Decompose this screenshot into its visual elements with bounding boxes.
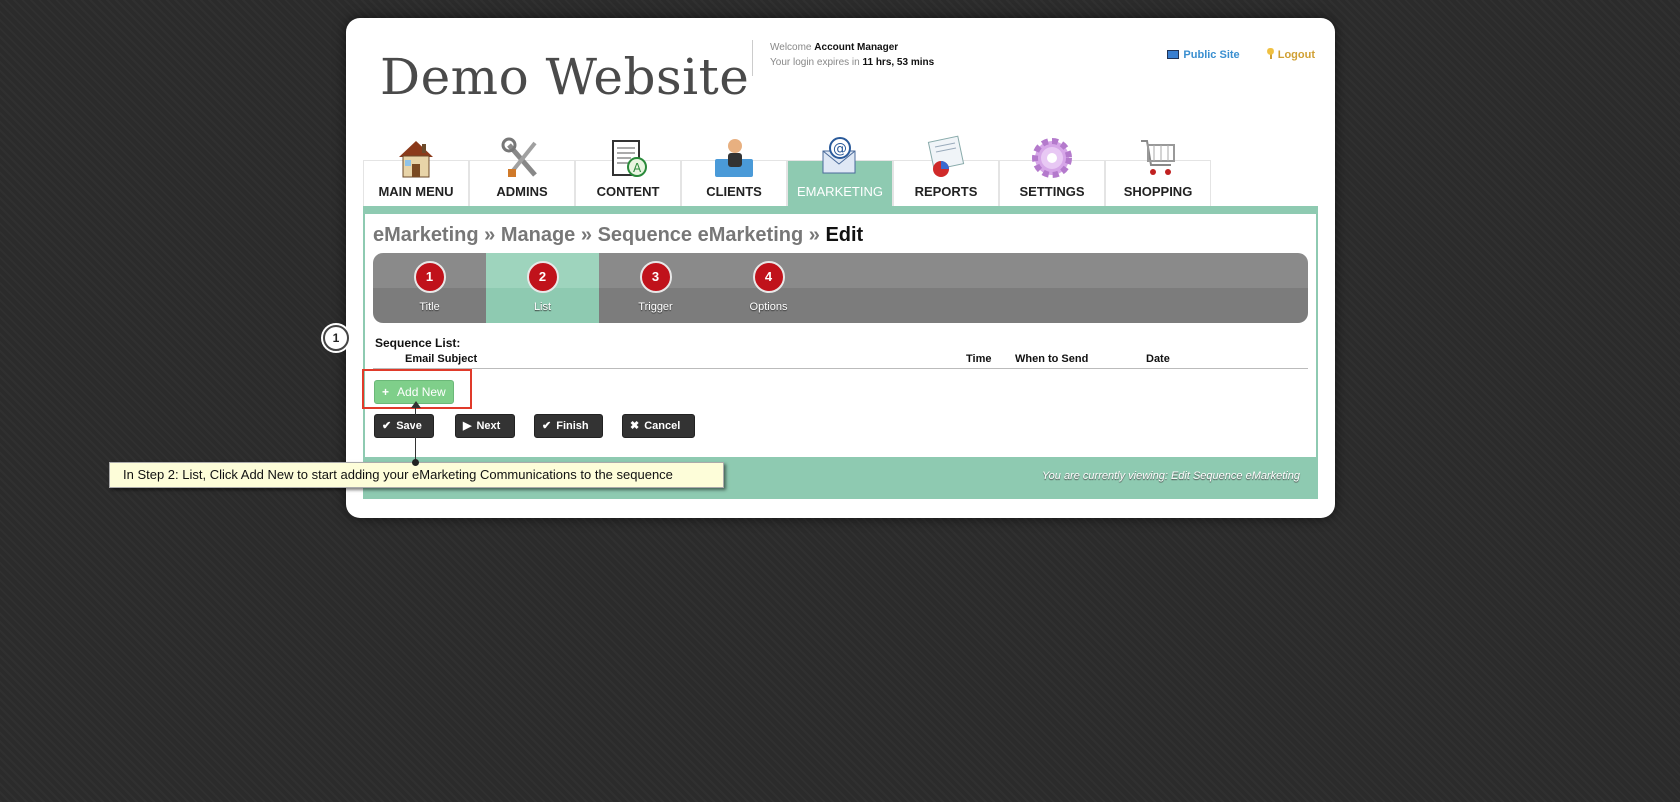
- viewing-status: You are currently viewing: Edit Sequence…: [1041, 470, 1300, 482]
- content-area: eMarketing » Manage » Sequence eMarketin…: [362, 206, 1318, 499]
- tab-admins[interactable]: ADMINS: [469, 137, 575, 206]
- tab-label: REPORTS: [914, 184, 978, 199]
- next-button[interactable]: ▶ Next: [455, 414, 515, 438]
- email-icon: @: [822, 137, 856, 174]
- step-label: Trigger: [638, 301, 673, 313]
- tutorial-anchor-dot: [412, 459, 419, 466]
- logout-link[interactable]: Logout: [1266, 48, 1315, 61]
- welcome-box: Welcome Account Manager Your login expir…: [752, 40, 934, 76]
- public-site-link[interactable]: Public Site: [1167, 49, 1240, 61]
- tab-main-menu[interactable]: MAIN MENU: [363, 141, 469, 206]
- play-icon: ▶: [463, 420, 472, 432]
- tutorial-tooltip: In Step 2: List, Click Add New to start …: [109, 462, 724, 488]
- document-icon: A: [612, 140, 647, 177]
- tab-label: EMARKETING: [797, 184, 883, 199]
- column-time: Time: [966, 353, 992, 365]
- welcome-prefix: Welcome: [770, 42, 812, 53]
- check-icon: ✔: [542, 420, 552, 432]
- step-number: 4: [752, 261, 785, 293]
- breadcrumb-emarketing[interactable]: eMarketing: [373, 224, 479, 246]
- step-label: List: [533, 301, 552, 313]
- public-site-label: Public Site: [1183, 49, 1240, 61]
- sequence-list-title: Sequence List:: [375, 336, 461, 350]
- save-label: Save: [396, 420, 422, 432]
- person-icon: [715, 139, 753, 177]
- user-name: Account Manager: [814, 42, 899, 53]
- breadcrumb: eMarketing » Manage » Sequence eMarketin…: [373, 224, 863, 247]
- tab-label: MAIN MENU: [378, 184, 454, 199]
- column-email-subject: Email Subject: [405, 353, 478, 365]
- close-icon: ✖: [630, 420, 640, 432]
- tutorial-step-number: 1: [323, 325, 349, 351]
- column-date: Date: [1146, 353, 1170, 365]
- monitor-icon: [1167, 50, 1180, 59]
- step-trigger[interactable]: 3 Trigger: [599, 253, 712, 323]
- step-number: 2: [526, 261, 559, 293]
- tab-label: SETTINGS: [1019, 184, 1085, 199]
- column-when-to-send: When to Send: [1015, 353, 1089, 365]
- tutorial-connector-line: [415, 403, 416, 463]
- breadcrumb-separator: »: [478, 224, 501, 246]
- breadcrumb-separator: »: [803, 224, 826, 246]
- step-list[interactable]: 2 List: [486, 253, 599, 323]
- report-icon: [927, 135, 965, 177]
- step-wizard: 1 Title 2 List 3 Trigger 4 Options: [373, 253, 1308, 323]
- tab-shopping[interactable]: SHOPPING: [1105, 140, 1211, 206]
- breadcrumb-manage[interactable]: Manage: [501, 224, 575, 246]
- house-icon: [399, 141, 433, 178]
- tab-content[interactable]: A CONTENT: [575, 140, 681, 206]
- main-panel: Demo Website Welcome Account Manager You…: [346, 18, 1335, 518]
- step-label: Options: [749, 301, 788, 313]
- next-label: Next: [476, 420, 501, 432]
- add-new-label: Add New: [397, 385, 446, 399]
- expiry-value: 11 hrs, 53 mins: [862, 57, 935, 68]
- expiry-prefix: Your login expires in: [770, 57, 860, 68]
- cancel-button[interactable]: ✖ Cancel: [622, 414, 695, 438]
- site-title: Demo Website: [380, 48, 750, 106]
- finish-label: Finish: [556, 420, 589, 432]
- step-title[interactable]: 1 Title: [373, 253, 486, 323]
- breadcrumb-sequence[interactable]: Sequence eMarketing: [598, 224, 804, 246]
- tab-emarketing[interactable]: @ EMARKETING: [787, 137, 893, 206]
- step-number: 3: [639, 261, 672, 293]
- tab-label: SHOPPING: [1123, 184, 1193, 199]
- tools-icon: [501, 137, 537, 177]
- check-icon: ✔: [382, 420, 392, 432]
- gear-icon: [1032, 138, 1072, 178]
- header-divider: [373, 368, 1308, 369]
- tab-clients[interactable]: CLIENTS: [681, 139, 787, 206]
- finish-button[interactable]: ✔ Finish: [534, 414, 603, 438]
- tab-label: ADMINS: [496, 184, 548, 199]
- breadcrumb-current: Edit: [825, 224, 864, 246]
- top-links: Public Site Logout: [1143, 48, 1315, 61]
- save-button[interactable]: ✔ Save: [374, 414, 434, 438]
- svg-text:@: @: [833, 141, 847, 157]
- tab-reports[interactable]: REPORTS: [893, 135, 999, 206]
- step-label: Title: [419, 301, 440, 313]
- step-options[interactable]: 4 Options: [712, 253, 825, 323]
- tab-settings[interactable]: SETTINGS: [999, 138, 1105, 206]
- plus-icon: +: [382, 385, 390, 399]
- breadcrumb-separator: »: [575, 224, 598, 246]
- tab-label: CONTENT: [596, 184, 660, 199]
- tutorial-arrow-icon: [411, 401, 421, 408]
- key-icon: [1266, 48, 1274, 59]
- step-number: 1: [413, 261, 446, 293]
- cart-icon: [1141, 140, 1175, 175]
- tab-label: CLIENTS: [706, 184, 762, 199]
- main-nav: MAIN MENU ADMINS A CONTENT CLIENTS @ EMA…: [363, 135, 1211, 206]
- logout-label: Logout: [1277, 49, 1315, 61]
- cancel-label: Cancel: [644, 420, 681, 432]
- svg-text:A: A: [633, 161, 642, 175]
